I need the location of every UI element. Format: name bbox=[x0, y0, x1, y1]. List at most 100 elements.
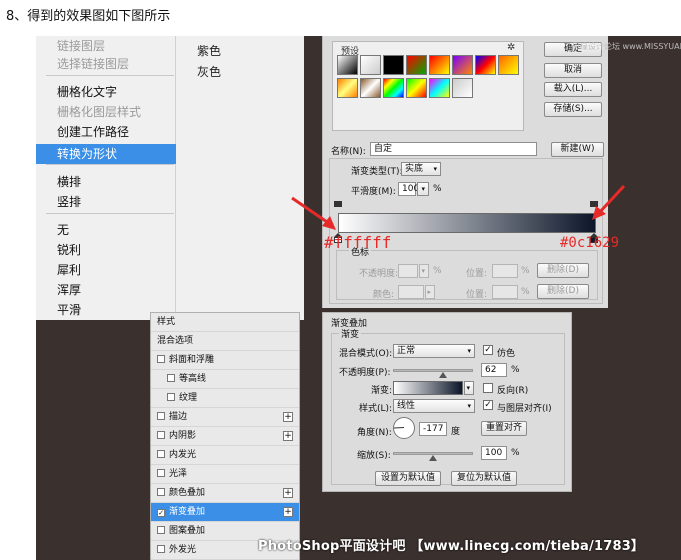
opacity-slider[interactable] bbox=[393, 369, 473, 372]
style-dropdown[interactable]: 线性 ▾ bbox=[393, 399, 475, 413]
angle-input[interactable]: -177 bbox=[419, 422, 447, 436]
set-default-button[interactable]: 设置为默认值 bbox=[375, 471, 441, 486]
context-menu-item[interactable]: 锐利 bbox=[36, 240, 176, 260]
style-list-item[interactable]: 斜面和浮雕 bbox=[151, 351, 299, 370]
style-checkbox[interactable] bbox=[157, 412, 165, 420]
style-list-label: 斜面和浮雕 bbox=[169, 355, 215, 365]
name-input[interactable]: 自定 bbox=[370, 142, 537, 156]
gradient-picker-dropdown[interactable]: ▾ bbox=[464, 381, 474, 395]
style-list-item[interactable]: 纹理 bbox=[151, 389, 299, 408]
context-menu-item[interactable]: 犀利 bbox=[36, 260, 176, 280]
style-checkbox[interactable] bbox=[157, 488, 165, 496]
style-list-item[interactable]: 内阴影 + bbox=[151, 427, 299, 446]
save-button[interactable]: 存储(S)... bbox=[544, 102, 602, 117]
style-list-item[interactable]: 样式 bbox=[151, 313, 299, 332]
gradient-type-dropdown[interactable]: 实底 ▾ bbox=[401, 162, 441, 176]
left-arrow-icon bbox=[291, 196, 336, 230]
smoothness-stepper[interactable]: ▾ bbox=[417, 182, 429, 196]
opacity-slider-thumb[interactable] bbox=[438, 372, 447, 378]
style-checkbox[interactable] bbox=[167, 374, 175, 382]
style-label: 样式(L): bbox=[359, 404, 393, 414]
reset-default-button[interactable]: 复位为默认值 bbox=[451, 471, 517, 486]
gradient-preset-swatch[interactable] bbox=[360, 78, 381, 98]
reverse-checkbox[interactable] bbox=[483, 383, 493, 393]
menu-separator bbox=[46, 164, 174, 165]
style-list-item[interactable]: 光泽 bbox=[151, 465, 299, 484]
gear-icon[interactable]: ✲ bbox=[507, 42, 515, 53]
gradient-preset-swatch[interactable] bbox=[383, 55, 404, 75]
new-button[interactable]: 新建(W) bbox=[551, 142, 604, 157]
stop-color-swatch[interactable] bbox=[398, 285, 424, 299]
style-checkbox[interactable] bbox=[157, 545, 165, 553]
submenu-item[interactable]: 灰色 bbox=[197, 63, 221, 80]
gradient-preset-swatch[interactable] bbox=[452, 78, 473, 98]
opacity-location-input[interactable] bbox=[492, 264, 518, 278]
reset-alignment-button[interactable]: 重置对齐 bbox=[481, 421, 527, 436]
context-menu-item[interactable]: 横排 bbox=[36, 172, 176, 192]
add-effect-icon[interactable]: + bbox=[283, 507, 293, 517]
style-checkbox[interactable] bbox=[157, 469, 165, 477]
style-list-item[interactable]: 等高线 bbox=[151, 370, 299, 389]
align-with-layer-checkbox[interactable]: ✓ bbox=[483, 400, 493, 410]
stop-opacity-input[interactable] bbox=[398, 264, 418, 278]
gradient-preset-swatch[interactable] bbox=[452, 55, 473, 75]
style-checkbox[interactable] bbox=[157, 355, 165, 363]
smoothness-unit: % bbox=[433, 184, 442, 194]
stop-opacity-unit: % bbox=[433, 266, 442, 276]
gradient-preset-swatch[interactable] bbox=[360, 55, 381, 75]
gradient-preset-swatch[interactable] bbox=[337, 78, 358, 98]
context-menu-item[interactable]: 创建工作路径 bbox=[36, 122, 176, 142]
gradient-preset-swatch[interactable] bbox=[406, 55, 427, 75]
color-location-label: 位置: bbox=[466, 290, 488, 300]
scale-slider-thumb[interactable] bbox=[429, 455, 437, 461]
color-location-input[interactable] bbox=[492, 285, 518, 299]
style-list-item[interactable]: 混合选项 bbox=[151, 332, 299, 351]
delete-color-stop-button[interactable]: 删除(D) bbox=[537, 284, 589, 299]
blend-mode-value: 正常 bbox=[397, 346, 416, 356]
reverse-label: 反向(R) bbox=[497, 386, 529, 396]
opacity-input[interactable]: 62 bbox=[481, 363, 507, 377]
style-checkbox[interactable] bbox=[167, 393, 175, 401]
style-list-item[interactable]: ✓ 渐变叠加 + bbox=[151, 503, 299, 522]
style-checkbox[interactable] bbox=[157, 526, 165, 534]
add-effect-icon[interactable]: + bbox=[283, 431, 293, 441]
context-menu-item[interactable]: 无 bbox=[36, 220, 176, 240]
scale-input[interactable]: 100 bbox=[481, 446, 507, 460]
gradient-preset-swatch[interactable] bbox=[475, 55, 496, 75]
stop-opacity-stepper[interactable]: ▾ bbox=[419, 264, 429, 278]
delete-opacity-stop-button[interactable]: 删除(D) bbox=[537, 263, 589, 278]
gradient-preset-swatch[interactable] bbox=[429, 78, 450, 98]
angle-dial[interactable] bbox=[393, 417, 415, 439]
add-effect-icon[interactable]: + bbox=[283, 488, 293, 498]
blend-mode-dropdown[interactable]: 正常 ▾ bbox=[393, 344, 475, 358]
load-button[interactable]: 载入(L)... bbox=[544, 82, 602, 97]
gradient-swatch[interactable] bbox=[393, 381, 463, 395]
angle-dial-needle bbox=[393, 427, 404, 429]
gradient-preset-swatch[interactable] bbox=[498, 55, 519, 75]
add-effect-icon[interactable]: + bbox=[283, 412, 293, 422]
gradient-preset-swatch[interactable] bbox=[337, 55, 358, 75]
stop-color-picker[interactable]: ▸ bbox=[425, 285, 435, 299]
gradient-preset-swatch[interactable] bbox=[406, 78, 427, 98]
cancel-button[interactable]: 取消 bbox=[544, 63, 602, 78]
style-checkbox[interactable]: ✓ bbox=[157, 509, 165, 517]
style-checkbox[interactable] bbox=[157, 431, 165, 439]
menu-separator bbox=[46, 75, 174, 76]
gradient-preset-swatch[interactable] bbox=[429, 55, 450, 75]
context-menu-item[interactable]: 竖排 bbox=[36, 192, 176, 212]
style-list-item[interactable]: 描边 + bbox=[151, 408, 299, 427]
submenu-item[interactable]: 紫色 bbox=[197, 42, 221, 59]
page-caption: 8、得到的效果图如下图所示 bbox=[6, 9, 171, 24]
chevron-down-icon: ▾ bbox=[421, 267, 425, 275]
style-list-item[interactable]: 颜色叠加 + bbox=[151, 484, 299, 503]
dither-checkbox[interactable]: ✓ bbox=[483, 345, 493, 355]
gradient-preview-bar[interactable] bbox=[338, 213, 596, 233]
context-menu-item[interactable]: 转换为形状 bbox=[36, 144, 176, 164]
smoothness-input[interactable]: 100 bbox=[398, 182, 419, 196]
blend-mode-label: 混合模式(O): bbox=[339, 349, 393, 359]
style-list-item[interactable]: 内发光 bbox=[151, 446, 299, 465]
gradient-preset-swatch[interactable] bbox=[383, 78, 404, 98]
context-menu-item[interactable]: 栅格化文字 bbox=[36, 82, 176, 102]
context-menu-item[interactable]: 浑厚 bbox=[36, 280, 176, 300]
style-checkbox[interactable] bbox=[157, 450, 165, 458]
